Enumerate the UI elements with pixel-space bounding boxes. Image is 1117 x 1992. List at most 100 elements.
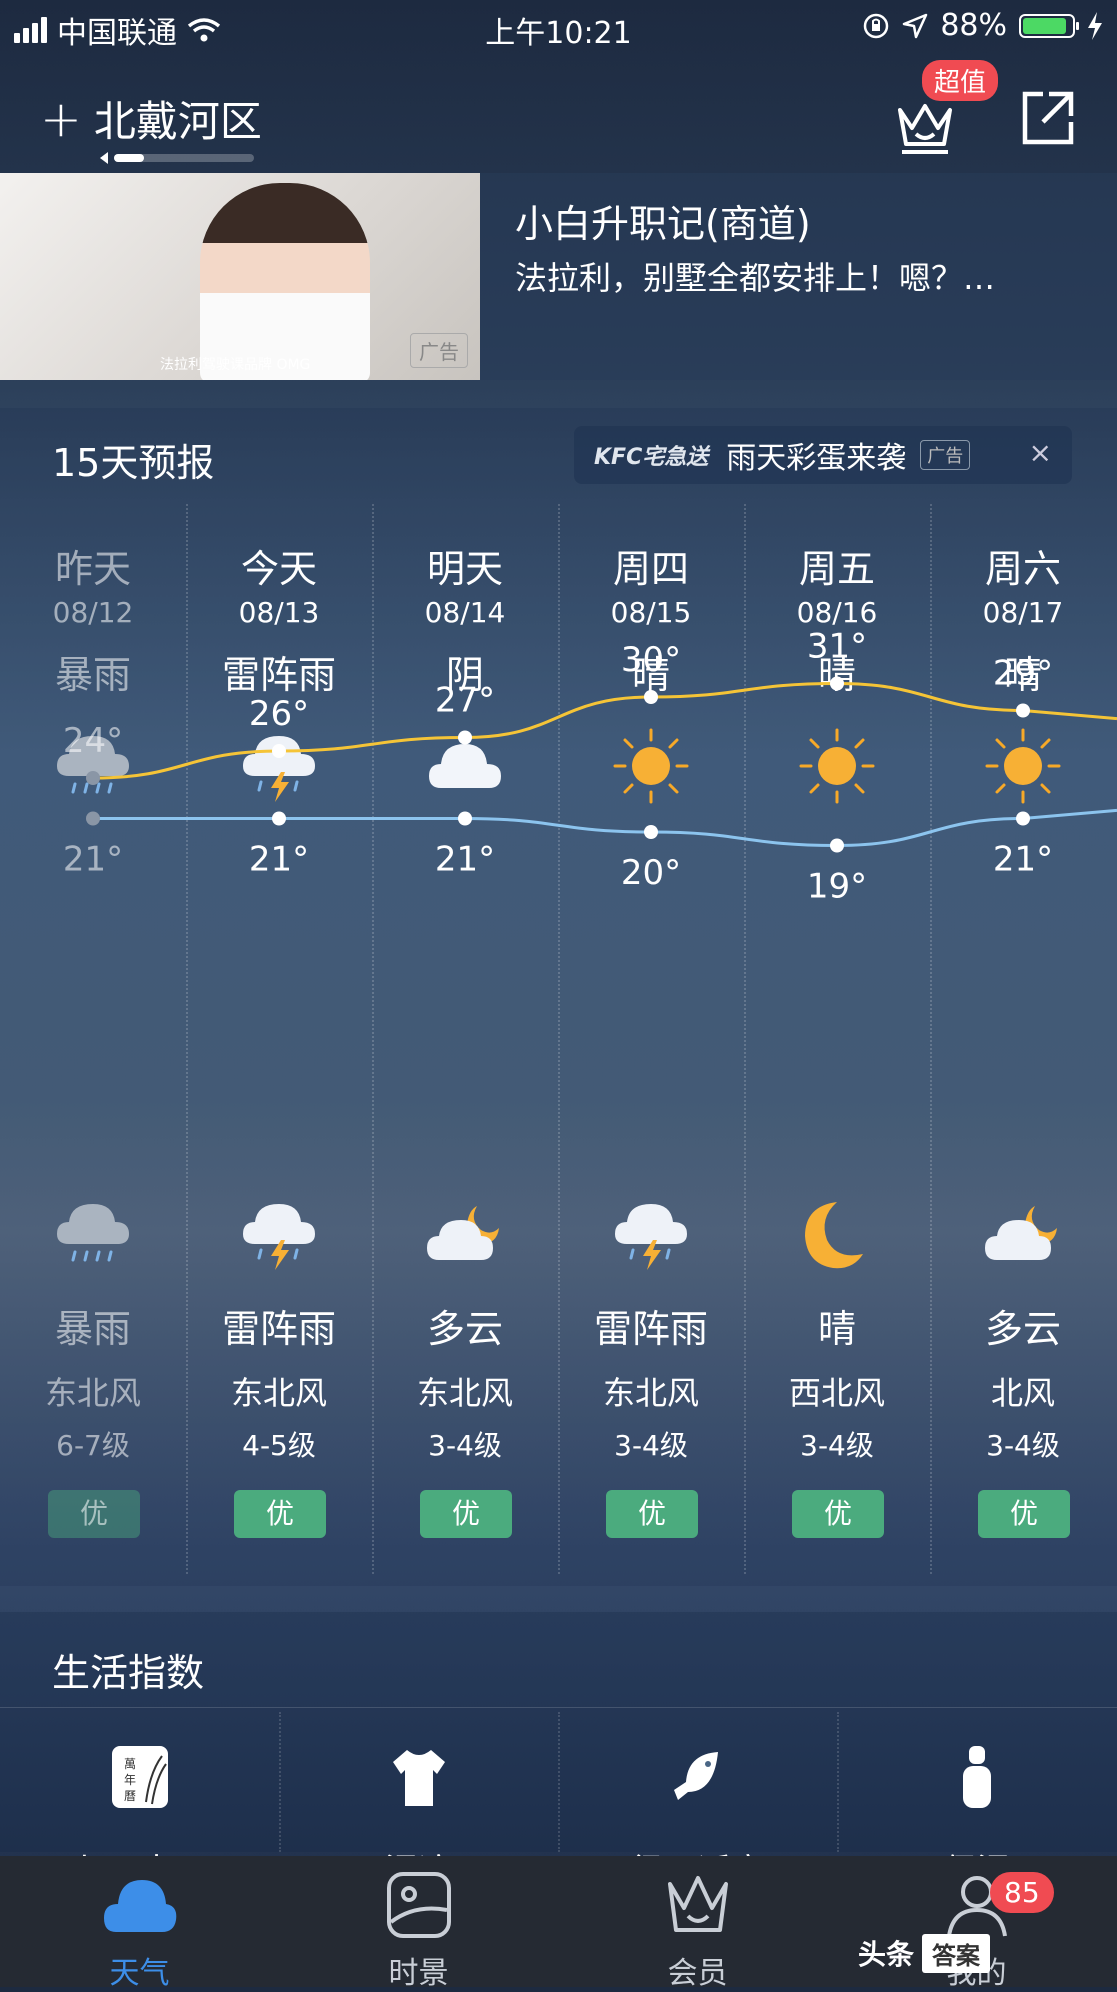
tab-label: 会员 — [667, 1956, 728, 1991]
thunderstorm-icon — [239, 1194, 319, 1274]
fish-icon — [674, 1752, 718, 1800]
watermark-box: 答案 — [922, 1933, 991, 1973]
night-weather: 晴 — [817, 1307, 856, 1351]
forecast-panel: 15天预报 KFC宅急送 雨天彩蛋来袭 广告 × 昨天 08/12 暴雨 暴雨 东北风 6… — [0, 408, 1117, 1586]
forecast-title: 15天预报 — [52, 441, 215, 485]
location-arrow-icon — [100, 152, 108, 164]
aqi-badge: 优 — [48, 1490, 140, 1538]
thunderstorm-icon — [239, 726, 319, 806]
kfc-ad[interactable]: KFC宅急送 雨天彩蛋来袭 广告 × — [574, 426, 1072, 484]
city-page-indicator — [100, 152, 254, 164]
thunderstorm-icon — [611, 1194, 691, 1274]
wind-direction: 东北风 — [602, 1374, 699, 1412]
night-weather: 雷阵雨 — [221, 1307, 336, 1351]
night-weather: 雷阵雨 — [593, 1307, 708, 1351]
wind-level: 3-4级 — [614, 1429, 688, 1462]
watermark: 头条 答案 — [858, 1928, 1108, 1978]
rotation-lock-icon — [864, 13, 889, 38]
sun-icon — [611, 726, 691, 806]
wind-level: 3-4级 — [986, 1429, 1060, 1462]
wind-level: 4-5级 — [242, 1429, 316, 1462]
day-weather: 晴 — [1003, 653, 1042, 697]
tab-scenery[interactable]: 时景 — [279, 1870, 558, 1991]
tab-weather[interactable]: 天气 — [0, 1870, 279, 1991]
day-name: 周四 — [612, 547, 689, 591]
almanac-icon: 萬 年 曆 — [112, 1746, 168, 1808]
scenery-icon — [387, 1872, 451, 1938]
ad-person-image — [200, 183, 370, 380]
notification-badge: 85 — [990, 1872, 1054, 1913]
lotion-icon — [963, 1746, 991, 1808]
day-weather: 晴 — [631, 653, 670, 697]
cloudy-night-icon — [425, 1194, 505, 1274]
aqi-badge: 优 — [234, 1490, 326, 1538]
wind-direction: 东北风 — [230, 1374, 327, 1412]
close-icon[interactable]: × — [1029, 436, 1052, 469]
watermark-text: 头条 — [858, 1938, 915, 1971]
cloudy-icon — [425, 726, 505, 806]
day-column[interactable]: 周六 08/17 晴多云 北风 3-4级优 — [930, 504, 1116, 1574]
city-selector[interactable]: + 北戴河区 — [40, 88, 262, 149]
day-name: 昨天 — [54, 547, 131, 591]
day-date: 08/14 — [424, 596, 506, 629]
ad-description[interactable]: 法拉利，别墅全都安排上！嗯？… — [515, 253, 1095, 299]
ad-title[interactable]: 小白升职记(商道) — [515, 193, 811, 248]
share-icon[interactable] — [1015, 86, 1079, 150]
tab-label: 天气 — [109, 1956, 170, 1991]
day-column[interactable]: 昨天 08/12 暴雨 暴雨 东北风 6-7级优 — [0, 504, 186, 1574]
ad-tag: 广告 — [410, 333, 468, 368]
day-column[interactable]: 明天 08/14 阴多云 东北风 3-4级优 — [372, 504, 558, 1574]
crown-icon — [668, 1876, 728, 1932]
cloudy-night-icon — [983, 1194, 1063, 1274]
day-name: 周五 — [798, 547, 875, 591]
cloud-icon — [104, 1880, 177, 1932]
night-weather: 多云 — [984, 1307, 1061, 1351]
location-icon — [903, 13, 928, 38]
day-date: 08/13 — [238, 596, 320, 629]
day-name: 明天 — [426, 547, 503, 591]
day-name: 今天 — [240, 547, 317, 591]
day-name: 周六 — [984, 547, 1061, 591]
life-index-panel: 生活指数 萬 年 曆 七月十三 湿凉 很不适宜 保湿 — [0, 1612, 1117, 1892]
life-index-title: 生活指数 — [52, 1651, 205, 1695]
ad-caption: 法拉利驾驶课品牌 OMG — [160, 357, 311, 373]
kfc-ad-tag: 广告 — [920, 440, 971, 470]
day-weather: 雷阵雨 — [221, 653, 336, 697]
ad-banner[interactable]: 法拉利驾驶课品牌 OMG 广告 小白升职记(商道) 法拉利，别墅全都安排上！嗯？… — [0, 173, 1117, 380]
heavy-rain-icon — [53, 1194, 133, 1274]
ad-image[interactable]: 法拉利驾驶课品牌 OMG 广告 — [0, 173, 480, 380]
day-weather: 晴 — [817, 653, 856, 697]
wind-level: 3-4级 — [428, 1429, 502, 1462]
status-bar: 中国联通 上午10:21 88% — [0, 0, 1117, 56]
aqi-badge: 优 — [420, 1490, 512, 1538]
svg-text:年: 年 — [124, 1773, 136, 1787]
day-date: 08/15 — [610, 596, 692, 629]
top-bar: + 北戴河区 超值 — [0, 60, 1117, 170]
status-right: 88% — [862, 8, 1103, 43]
tab-label: 时景 — [388, 1956, 449, 1991]
tshirt-icon — [393, 1750, 445, 1806]
page-track — [114, 154, 254, 162]
add-city-icon[interactable]: + — [40, 90, 82, 148]
wind-level: 3-4级 — [800, 1429, 874, 1462]
aqi-badge: 优 — [606, 1490, 698, 1538]
svg-text:曆: 曆 — [124, 1789, 136, 1803]
kfc-ad-text: 雨天彩蛋来袭 — [726, 441, 907, 476]
day-column[interactable]: 周五 08/16 晴晴西北风 3-4级优 — [744, 504, 930, 1574]
vip-badge: 超值 — [922, 60, 999, 101]
wind-level: 6-7级 — [56, 1429, 130, 1462]
kfc-brand-logo: KFC宅急送 — [594, 445, 709, 470]
charging-icon — [1088, 11, 1102, 40]
tab-vip[interactable]: 会员 — [558, 1870, 837, 1991]
day-column[interactable]: 今天 08/13 雷阵雨 雷阵雨 东北风 4-5级优 — [186, 504, 372, 1574]
day-column[interactable]: 周四 08/15 晴雷阵雨东北风 3-4级优 — [558, 504, 744, 1574]
wind-direction: 东北风 — [44, 1374, 141, 1412]
aqi-badge: 优 — [978, 1490, 1070, 1538]
battery-percent: 88% — [940, 8, 1007, 43]
sun-icon — [983, 726, 1063, 806]
day-weather: 阴 — [445, 653, 484, 697]
night-weather: 暴雨 — [54, 1307, 131, 1351]
page-thumb — [114, 154, 144, 162]
wind-direction: 北风 — [990, 1374, 1055, 1412]
wind-direction: 西北风 — [788, 1374, 885, 1412]
